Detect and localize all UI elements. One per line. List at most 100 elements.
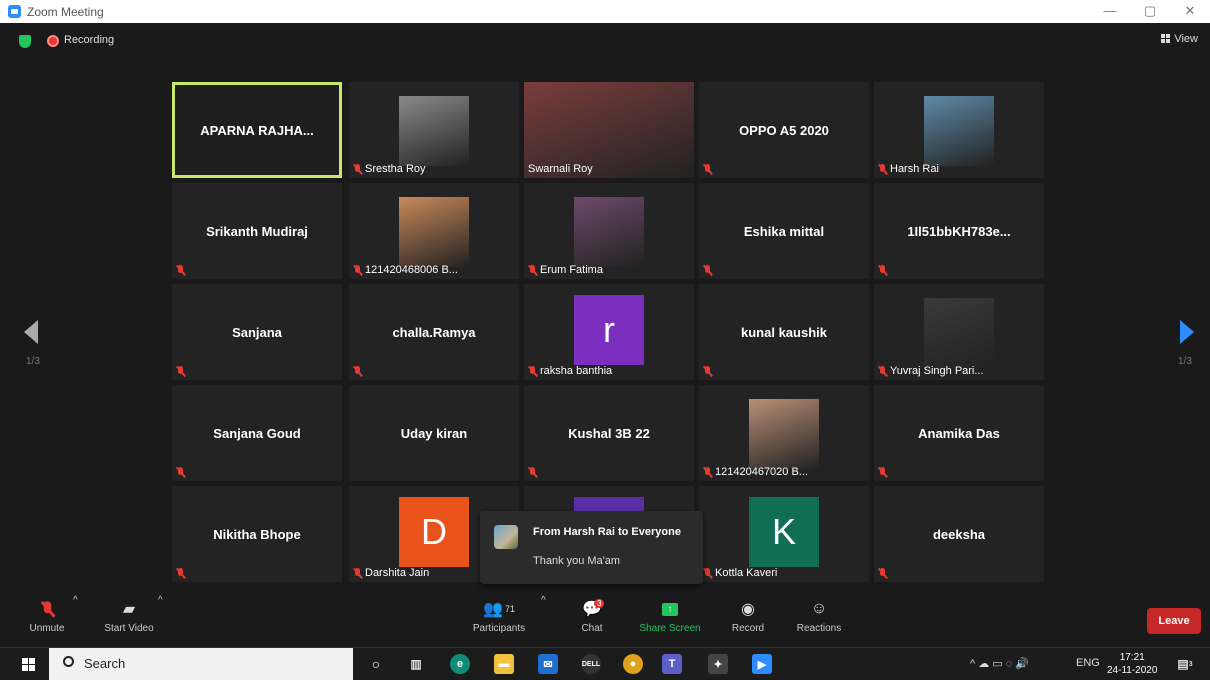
edge-icon[interactable]: e [450,654,470,674]
previous-page-arrow-icon[interactable] [24,320,38,344]
participants-label: Participants [472,623,526,634]
participant-tile[interactable]: 1Il51bbKH783e... [874,183,1044,279]
participant-name: 1Il51bbKH783e... [907,223,1011,239]
teams-icon[interactable]: T [662,654,682,674]
participants-icon: 👥 [483,601,503,618]
tile-caption [703,265,712,276]
gallery-grid: APARNA RAJHA... Srestha Roy Swarnali Roy OP… [172,82,1044,582]
language-indicator[interactable]: ENG [1076,657,1100,669]
mic-muted-icon [703,265,712,276]
record-button[interactable]: ◉ Record [727,595,769,634]
next-page-arrow-icon[interactable] [1180,320,1194,344]
chrome-icon[interactable]: ● [623,654,643,674]
chat-button[interactable]: 💬 3 Chat [572,595,612,634]
task-view-icon[interactable]: ▥ [406,654,426,674]
start-video-button[interactable]: ▰ Start Video [96,595,162,634]
file-explorer-icon[interactable]: ▬ [494,654,514,674]
participant-tile[interactable]: Yuvraj Singh Pari... [874,284,1044,380]
participant-tile[interactable]: Uday kiran [349,385,519,481]
audio-options-caret-icon[interactable]: ^ [73,595,78,606]
participant-name: Sanjana Goud [213,425,301,441]
windows-start-icon[interactable] [22,658,35,671]
zoom-taskbar-icon[interactable]: ▶ [752,654,772,674]
tile-caption-name: Swarnali Roy [528,163,593,175]
mail-icon[interactable]: ✉ [538,654,558,674]
app-icon[interactable]: ✦ [708,654,728,674]
participant-tile[interactable]: Eshika mittal [699,183,869,279]
participant-photo [924,96,994,166]
reactions-button[interactable]: ☺ Reactions [792,595,846,634]
participant-tile[interactable]: Erum Fatima [524,183,694,279]
participant-tile[interactable]: Anamika Das [874,385,1044,481]
share-screen-label: Share Screen [639,623,701,634]
chat-notification[interactable]: From Harsh Rai to Everyone Thank you Ma'… [480,511,703,584]
participant-name: Uday kiran [400,425,468,441]
tray-icons[interactable]: ^ ☁ ▭ ◌ 🔊 [970,657,1029,670]
participant-tile[interactable]: Swarnali Roy [524,82,694,178]
tile-caption [878,568,887,579]
participant-tile[interactable]: OPPO A5 2020 [699,82,869,178]
video-options-caret-icon[interactable]: ^ [158,595,163,606]
tile-caption [878,467,887,478]
close-button[interactable]: ✕ [1175,3,1205,19]
participant-avatar-letter: r [574,295,644,365]
tile-caption-name: Erum Fatima [540,264,603,276]
cortana-icon[interactable]: ○ [366,654,386,674]
participant-tile[interactable]: Nikitha Bhope [172,486,342,582]
participant-name: OPPO A5 2020 [739,122,829,138]
tile-caption [528,467,537,478]
participant-tile[interactable]: r raksha banthia [524,284,694,380]
window-title: Zoom Meeting [27,5,104,19]
tile-caption [353,366,362,377]
participant-name: Kushal 3B 22 [568,425,650,441]
participant-tile[interactable]: 121420467020 B... [699,385,869,481]
participant-tile[interactable]: APARNA RAJHA... [172,82,342,178]
participant-tile[interactable]: Sanjana [172,284,342,380]
record-label: Record [731,623,765,634]
shield-icon[interactable] [19,35,31,48]
participants-button[interactable]: 👥 71 Participants [468,595,530,634]
participant-tile[interactable]: kunal kaushik [699,284,869,380]
mic-muted-icon [878,467,887,478]
mic-muted-icon [353,567,362,579]
taskbar-clock[interactable]: 17:21 24-11-2020 [1107,651,1157,677]
participant-tile[interactable]: K Kottla Kaveri [699,486,869,582]
tile-caption: raksha banthia [528,365,612,377]
leave-button[interactable]: Leave [1147,608,1201,634]
participant-name: APARNA RAJHA... [200,122,314,138]
page-indicator-left: 1/3 [26,356,40,367]
taskbar-search[interactable]: Search [49,648,353,680]
participant-tile[interactable]: Kushal 3B 22 [524,385,694,481]
notification-count: 3 [1188,660,1193,668]
view-button[interactable]: View [1161,33,1198,45]
participant-photo [574,197,644,267]
tile-caption: Yuvraj Singh Pari... [878,365,984,377]
page-indicator-right: 1/3 [1178,356,1192,367]
participant-tile[interactable]: deeksha [874,486,1044,582]
maximize-button[interactable]: ▢ [1135,3,1165,19]
dell-icon[interactable]: DELL [581,654,601,674]
minimize-button[interactable]: — [1095,3,1125,18]
mic-muted-icon [703,366,712,377]
participant-tile[interactable]: Harsh Rai [874,82,1044,178]
mic-muted-icon [353,264,362,276]
tile-caption [176,568,185,579]
participants-caret-icon[interactable]: ^ [541,595,546,606]
participant-tile[interactable]: Srikanth Mudiraj [172,183,342,279]
tile-caption-name: Darshita Jain [365,567,430,579]
participant-tile[interactable]: 121420468006 B... [349,183,519,279]
tile-caption-name: Harsh Rai [890,163,939,175]
tile-caption [176,467,185,478]
participant-avatar-letter: K [749,497,819,567]
participant-tile[interactable]: Srestha Roy [349,82,519,178]
participant-tile[interactable]: challa.Ramya [349,284,519,380]
unmute-button[interactable]: Unmute [22,595,72,634]
meeting-topbar: Recording View [0,23,1210,59]
tile-caption: 121420467020 B... [703,466,808,478]
reactions-icon: ☺ [810,600,828,617]
participant-tile[interactable]: Sanjana Goud [172,385,342,481]
notification-center-icon[interactable]: ▤ 3 [1175,654,1195,674]
share-screen-button[interactable]: ↑ Share Screen [636,595,704,634]
tile-caption [176,366,185,377]
reactions-label: Reactions [796,623,842,634]
